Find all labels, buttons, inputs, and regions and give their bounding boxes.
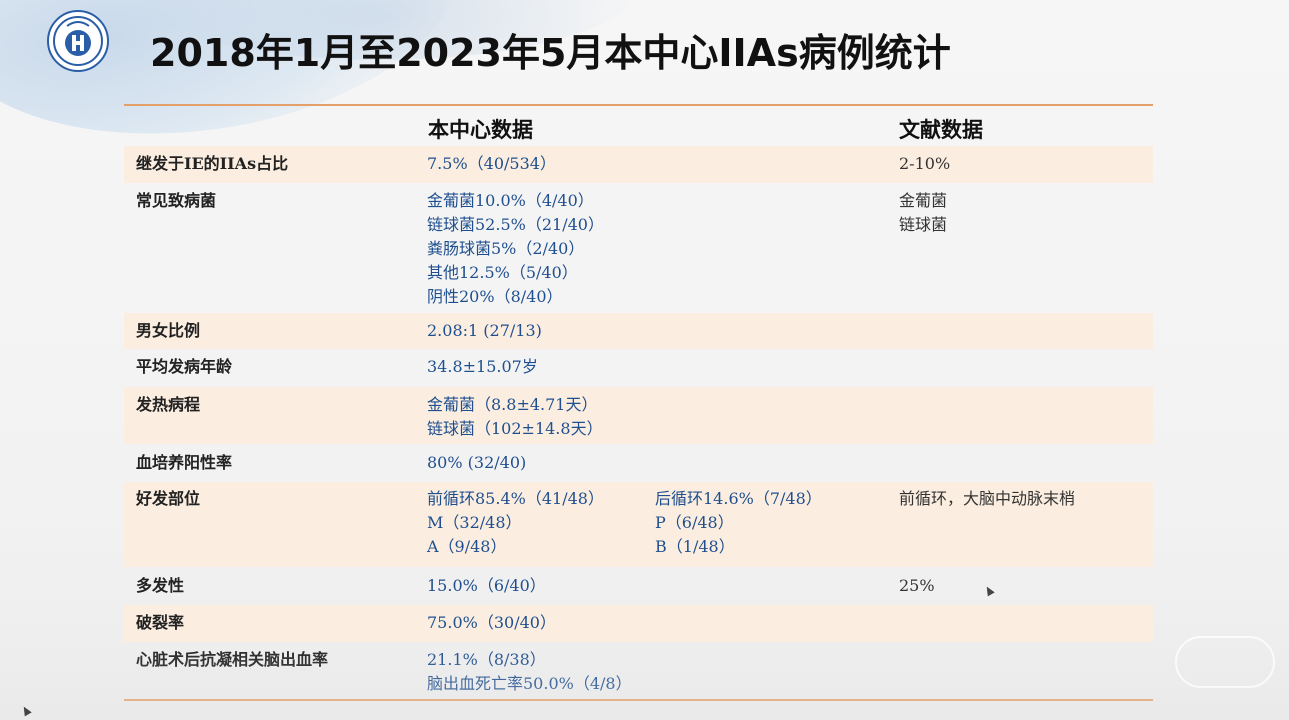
own-value: 7.5%（40/534） <box>427 152 556 176</box>
own-value-line: 其他12.5%（5/40） <box>427 263 578 282</box>
own-value-line: 后循环14.6%（7/48） <box>655 489 822 508</box>
own-value-line: 链球菌52.5%（21/40） <box>427 215 604 234</box>
own-value-secondary: 后循环14.6%（7/48） P（6/48） B（1/48） <box>655 487 822 559</box>
slide: 2018年1月至2023年5月本中心IIAs病例统计 本中心数据 文献数据 继发… <box>0 0 1289 720</box>
table-row: 发热病程 金葡菌（8.8±4.71天） 链球菌（102±14.8天） <box>124 387 1153 444</box>
own-value-line: 15.0%（6/40） <box>427 576 546 595</box>
own-value-line: 80% (32/40) <box>427 453 527 472</box>
slide-title: 2018年1月至2023年5月本中心IIAs病例统计 <box>150 31 951 75</box>
table-row: 多发性 15.0%（6/40） 25% <box>124 567 1153 605</box>
literature-value: 金葡菌 链球菌 <box>899 189 947 237</box>
own-value: 80% (32/40) <box>427 451 526 475</box>
row-label: 发热病程 <box>136 395 201 414</box>
own-value: 21.1%（8/38） 脑出血死亡率50.0%（4/8） <box>427 648 632 696</box>
row-label: 平均发病年龄 <box>136 357 233 376</box>
row-label: 多发性 <box>136 576 185 595</box>
own-value: 2.08:1 (27/13) <box>427 319 542 343</box>
literature-value: 前循环，大脑中动脉末梢 <box>899 487 1075 511</box>
own-value: 前循环85.4%（41/48） M（32/48） A（9/48） <box>427 487 604 559</box>
own-value-line: 金葡菌10.0%（4/40） <box>427 191 594 210</box>
literature-value: 25% <box>899 574 935 598</box>
table-row: 好发部位 前循环85.4%（41/48） M（32/48） A（9/48） 后循… <box>124 482 1153 567</box>
own-value: 金葡菌10.0%（4/40） 链球菌52.5%（21/40） 粪肠球菌5%（2/… <box>427 189 604 309</box>
literature-value-line: 链球菌 <box>899 215 948 234</box>
table-row: 常见致病菌 金葡菌10.0%（4/40） 链球菌52.5%（21/40） 粪肠球… <box>124 183 1153 313</box>
own-value-line: 前循环85.4%（41/48） <box>427 489 604 508</box>
table-bottom-rule <box>124 699 1153 701</box>
column-header-own-data: 本中心数据 <box>428 118 533 142</box>
own-value: 34.8±15.07岁 <box>427 355 538 379</box>
table-row: 血培养阳性率 80% (32/40) <box>124 444 1153 482</box>
table-row: 继发于IE的IIAs占比 7.5%（40/534） 2-10% <box>124 146 1153 183</box>
own-value-line: 75.0%（30/40） <box>427 613 556 632</box>
own-value-line: B（1/48） <box>655 537 735 556</box>
own-value-line: P（6/48） <box>655 513 734 532</box>
own-value-line: 链球菌（102±14.8天） <box>427 419 603 438</box>
own-value-line: 脑出血死亡率50.0%（4/8） <box>427 674 632 693</box>
own-value: 75.0%（30/40） <box>427 611 556 635</box>
table-row: 心脏术后抗凝相关脑出血率 21.1%（8/38） 脑出血死亡率50.0%（4/8… <box>124 642 1153 699</box>
row-label: 常见致病菌 <box>136 191 217 210</box>
table-top-rule <box>124 104 1153 106</box>
own-value-line: 21.1%（8/38） <box>427 650 546 669</box>
row-label: 心脏术后抗凝相关脑出血率 <box>136 650 329 669</box>
watermark-logo <box>1175 636 1275 688</box>
row-label: 继发于IE的IIAs占比 <box>136 154 289 173</box>
literature-value: 2-10% <box>899 152 950 176</box>
row-label: 好发部位 <box>136 489 201 508</box>
own-value-line: 金葡菌（8.8±4.71天） <box>427 395 598 414</box>
own-value-line: M（32/48） <box>427 513 522 532</box>
literature-value-line: 前循环，大脑中动脉末梢 <box>899 489 1076 508</box>
table-row: 男女比例 2.08:1 (27/13) <box>124 313 1153 349</box>
row-label: 破裂率 <box>136 613 185 632</box>
row-label: 男女比例 <box>136 321 201 340</box>
own-value-line: 粪肠球菌5%（2/40） <box>427 239 585 258</box>
own-value: 15.0%（6/40） <box>427 574 546 598</box>
own-value-line: 阴性20%（8/40） <box>427 287 563 306</box>
own-value-line: A（9/48） <box>427 537 507 556</box>
row-label: 血培养阳性率 <box>136 453 233 472</box>
literature-value-line: 金葡菌 <box>899 191 948 210</box>
own-value-line: 2.08:1 (27/13) <box>427 321 542 340</box>
own-value-line: 34.8±15.07岁 <box>427 357 538 376</box>
mouse-pointer-icon-corner <box>20 704 32 717</box>
hospital-logo-icon <box>47 10 109 72</box>
table-row: 平均发病年龄 34.8±15.07岁 <box>124 349 1153 387</box>
column-header-literature-data: 文献数据 <box>899 118 983 142</box>
literature-value-line: 25% <box>899 576 935 595</box>
literature-value-line: 2-10% <box>899 154 951 173</box>
own-value-line: 7.5%（40/534） <box>427 154 556 173</box>
table-row: 破裂率 75.0%（30/40） <box>124 605 1153 642</box>
own-value: 金葡菌（8.8±4.71天） 链球菌（102±14.8天） <box>427 393 603 441</box>
